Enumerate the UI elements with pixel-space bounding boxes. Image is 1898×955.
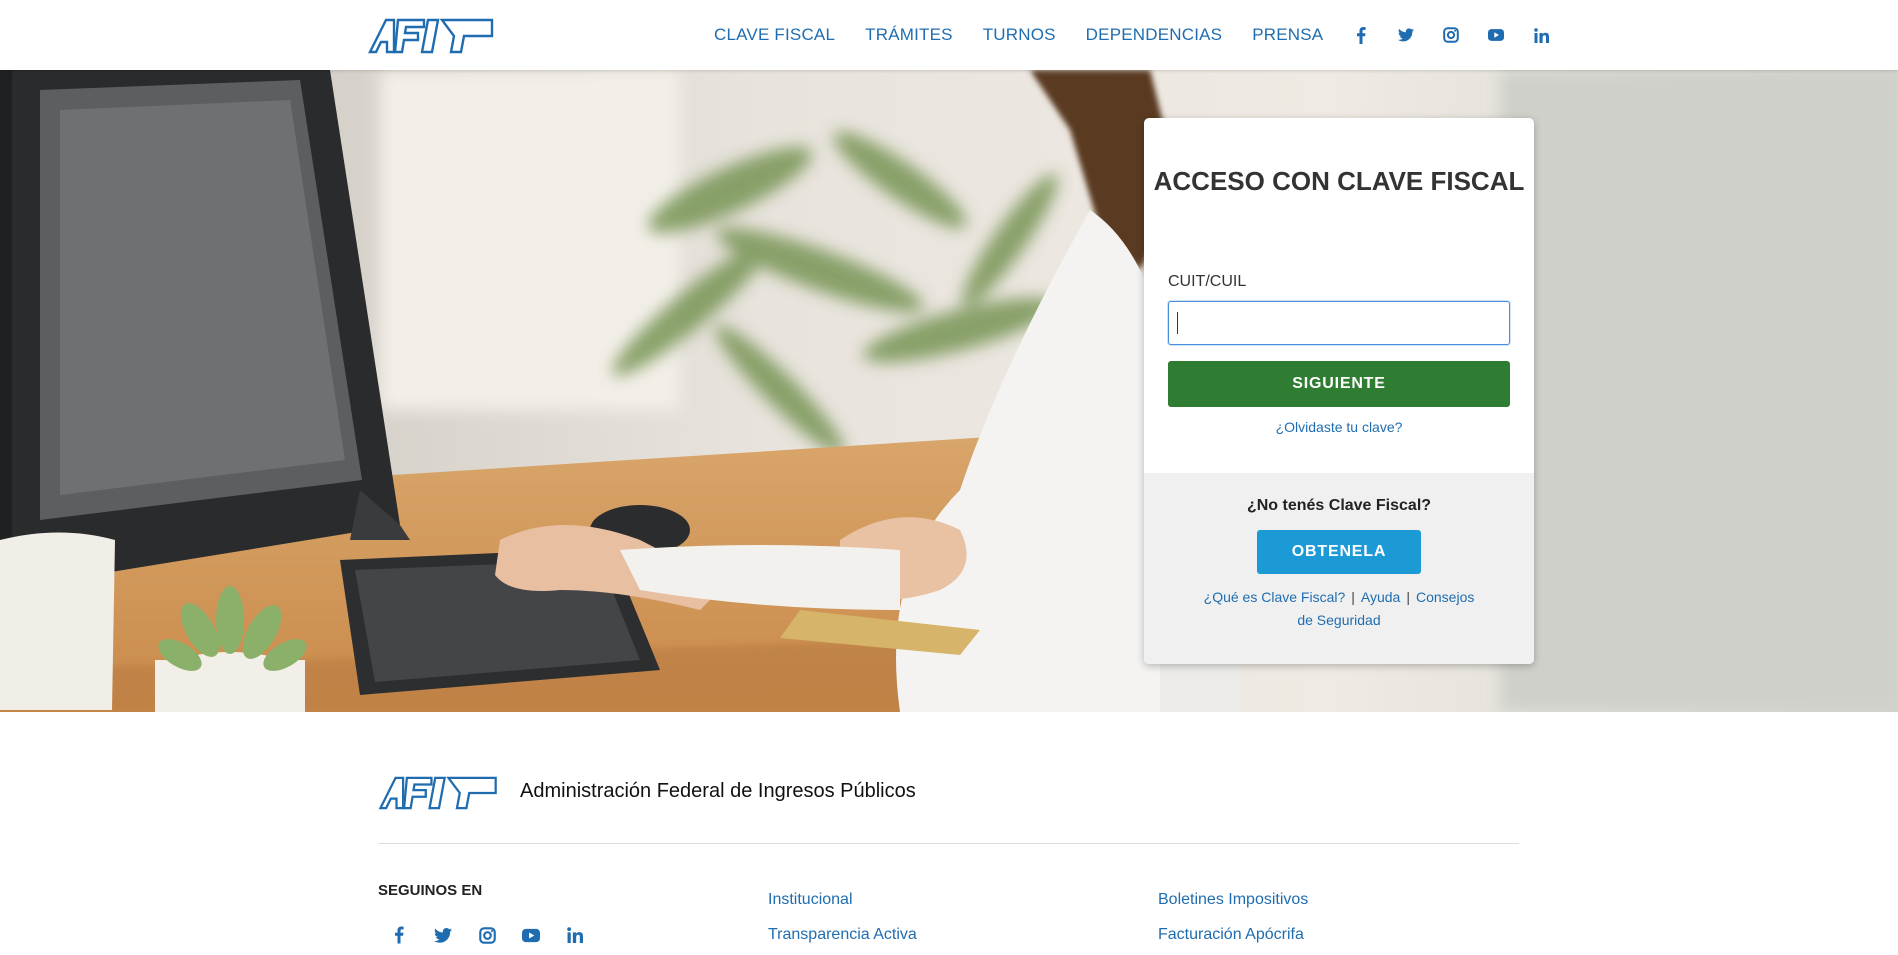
no-account-text: ¿No tenés Clave Fiscal? [1246,497,1432,514]
footer-link-boletines[interactable]: Boletines Impositivos [1158,882,1308,917]
twitter-icon[interactable] [1398,27,1415,43]
header-social-links [1353,26,1549,44]
top-header: CLAVE FISCAL TRÁMITES TURNOS DEPENDENCIA… [0,0,1898,70]
nav-tramites[interactable]: TRÁMITES [865,25,953,45]
footer-link-transparencia[interactable]: Transparencia Activa [768,917,917,952]
footer-link-institucional[interactable]: Institucional [768,882,917,917]
separator: | [1406,589,1410,605]
linkedin-icon[interactable] [1533,27,1549,43]
follow-us-heading: SEGUINOS EN [378,882,483,899]
footer-link-facturacion[interactable]: Facturación Apócrifa [1158,917,1308,952]
footer-links-col-3: Boletines Impositivos Facturación Apócri… [1158,882,1308,952]
facebook-icon[interactable] [390,926,408,944]
what-is-clave-fiscal-link[interactable]: ¿Qué es Clave Fiscal? [1204,589,1346,605]
siguiente-button[interactable]: SIGUIENTE [1168,361,1510,407]
facebook-icon[interactable] [1353,26,1369,44]
cuit-input[interactable] [1168,301,1510,345]
footer-afip-logo[interactable] [378,776,500,810]
obtenela-button[interactable]: OBTENELA [1257,530,1421,574]
nav-clave-fiscal[interactable]: CLAVE FISCAL [714,25,835,45]
login-title: ACCESO CON CLAVE FISCAL [1153,166,1525,196]
hero-banner [0,70,1898,712]
login-card: ACCESO CON CLAVE FISCAL CUIT/CUIL SIGUIE… [1144,118,1534,664]
text-cursor [1177,312,1178,334]
footer-social-links [390,926,610,944]
footer-links-col-2: Institucional Transparencia Activa [768,882,917,952]
instagram-icon[interactable] [478,926,496,944]
nav-prensa[interactable]: PRENSA [1252,25,1323,45]
youtube-icon[interactable] [522,926,540,944]
cuit-label: CUIT/CUIL [1168,273,1247,290]
youtube-icon[interactable] [1488,27,1505,43]
hero-background-photo [0,70,1898,712]
instagram-icon[interactable] [1443,27,1460,43]
twitter-icon[interactable] [434,926,452,944]
footer-divider [378,843,1519,844]
footer-org-name: Administración Federal de Ingresos Públi… [520,780,916,802]
separator: | [1351,589,1355,605]
help-links: ¿Qué es Clave Fiscal? | Ayuda | Consejos de … [1194,586,1484,632]
main-nav: CLAVE FISCAL TRÁMITES TURNOS DEPENDENCIA… [714,0,1549,70]
afip-logo[interactable] [368,18,496,54]
ayuda-link[interactable]: Ayuda [1361,589,1400,605]
linkedin-icon[interactable] [566,926,584,944]
nav-dependencias[interactable]: DEPENDENCIAS [1086,25,1223,45]
register-section: ¿No tenés Clave Fiscal? OBTENELA ¿Qué es… [1144,473,1534,664]
forgot-password-link[interactable]: ¿Olvidaste tu clave? [1144,419,1534,435]
nav-turnos[interactable]: TURNOS [983,25,1056,45]
